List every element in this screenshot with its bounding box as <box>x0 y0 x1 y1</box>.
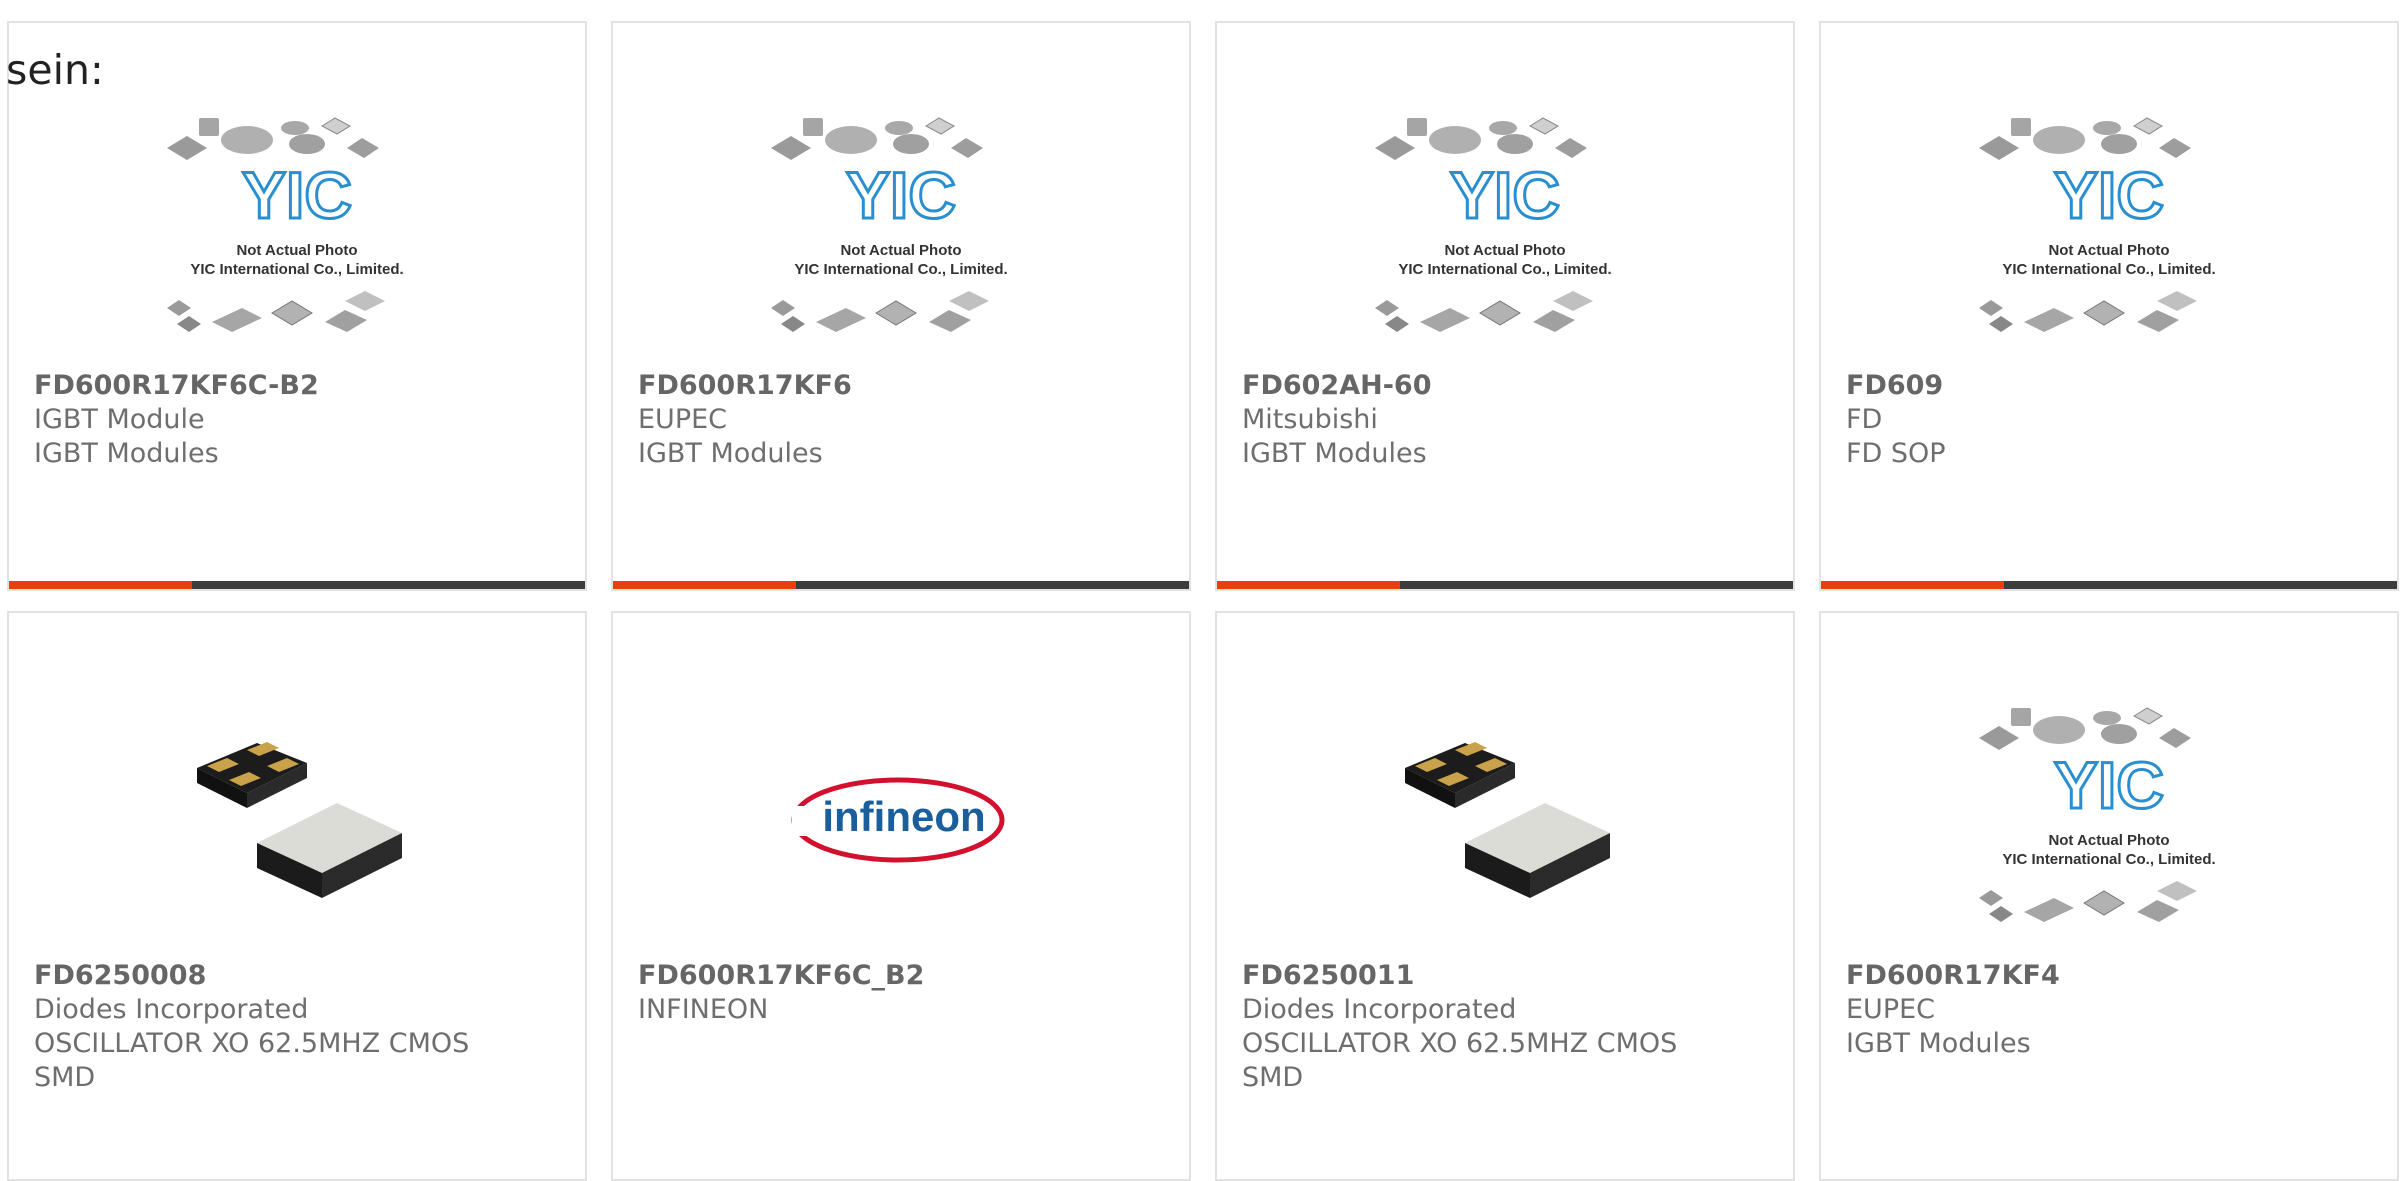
product-part-number[interactable]: FD6250008 <box>34 959 565 993</box>
product-image[interactable]: YIC Not Actual Photo YIC International C… <box>9 83 585 373</box>
product-description: OSCILLATOR XO 62.5MHZ CMOS <box>1242 1028 1678 1059</box>
product-info: FD600R17KF6C-B2 IGBT Module IGBT Modules <box>34 369 565 471</box>
card-footer-accent <box>1217 581 1400 589</box>
svg-text:YIC: YIC <box>2054 748 2164 822</box>
product-info: FD6250011 Diodes Incorporated OSCILLATOR X… <box>1242 959 1773 1095</box>
product-info: FD600R17KF6C_B2 INFINEON <box>638 959 1169 1027</box>
product-description: IGBT Modules <box>1242 438 1427 469</box>
svg-text:infineon: infineon <box>822 793 985 840</box>
product-info: FD602AH-60 Mitsubishi IGBT Modules <box>1242 369 1773 471</box>
svg-text:YIC: YIC <box>2054 158 2164 232</box>
product-card[interactable]: infineon FD600R17KF6C_B2 INFINEON <box>611 611 1191 1181</box>
product-card[interactable]: YIC Not Actual Photo YIC International C… <box>611 21 1191 591</box>
product-part-number[interactable]: FD600R17KF6C_B2 <box>638 959 1169 993</box>
product-image[interactable] <box>1217 673 1793 963</box>
card-footer-accent <box>613 581 796 589</box>
product-description: OSCILLATOR XO 62.5MHZ CMOS <box>34 1028 470 1059</box>
svg-text:YIC International Co., Limited: YIC International Co., Limited. <box>190 261 403 278</box>
card-footer-accent <box>9 581 192 589</box>
product-card[interactable]: YIC Not Actual Photo YIC International C… <box>1819 611 2399 1181</box>
svg-text:YIC: YIC <box>846 158 956 232</box>
product-description: IGBT Modules <box>1846 1028 2031 1059</box>
product-description: IGBT Modules <box>34 438 219 469</box>
card-footer-bar <box>1821 581 2397 589</box>
product-manufacturer: Mitsubishi <box>1242 404 1378 435</box>
svg-text:Not Actual Photo: Not Actual Photo <box>236 242 357 259</box>
product-manufacturer: FD <box>1846 404 1883 435</box>
product-description-cont: SMD <box>34 1062 96 1093</box>
product-card[interactable]: FD6250011 Diodes Incorporated OSCILLATOR X… <box>1215 611 1795 1181</box>
card-footer-accent <box>1821 581 2004 589</box>
oscillator-image <box>197 742 402 898</box>
product-image[interactable]: YIC Not Actual Photo YIC International C… <box>1217 83 1793 373</box>
product-info: FD6250008 Diodes Incorporated OSCILLATOR X… <box>34 959 565 1095</box>
svg-text:YIC International Co., Limited: YIC International Co., Limited. <box>1398 261 1611 278</box>
product-manufacturer: INFINEON <box>638 994 769 1025</box>
yic-placeholder-image: YIC Not Actual Photo YIC International C… <box>167 117 404 332</box>
product-part-number[interactable]: FD600R17KF6 <box>638 369 1169 403</box>
product-image[interactable] <box>9 673 585 963</box>
yic-placeholder-image: YIC Not Actual Photo YIC International C… <box>1979 707 2216 922</box>
product-manufacturer: EUPEC <box>1846 994 1936 1025</box>
product-part-number[interactable]: FD609 <box>1846 369 2377 403</box>
lead-text: sein: <box>6 46 104 94</box>
card-footer-bar <box>613 581 1189 589</box>
product-info: FD609 FD FD SOP <box>1846 369 2377 471</box>
product-description: IGBT Modules <box>638 438 823 469</box>
product-image[interactable]: YIC Not Actual Photo YIC International C… <box>613 83 1189 373</box>
svg-text:Not Actual Photo: Not Actual Photo <box>2048 242 2169 259</box>
product-info: FD600R17KF4 EUPEC IGBT Modules <box>1846 959 2377 1061</box>
yic-placeholder-image: YIC Not Actual Photo YIC International C… <box>771 117 1008 332</box>
product-image[interactable]: YIC Not Actual Photo YIC International C… <box>1821 83 2397 373</box>
svg-text:Not Actual Photo: Not Actual Photo <box>1444 242 1565 259</box>
product-card[interactable]: YIC Not Actual Photo YIC International C… <box>1819 21 2399 591</box>
product-card[interactable]: FD6250008 Diodes Incorporated OSCILLATOR X… <box>7 611 587 1181</box>
product-part-number[interactable]: FD602AH-60 <box>1242 369 1773 403</box>
card-footer-bar <box>1217 581 1793 589</box>
svg-text:YIC: YIC <box>1450 158 1560 232</box>
product-card[interactable]: YIC Not Actual Photo YIC International C… <box>1215 21 1795 591</box>
svg-text:Not Actual Photo: Not Actual Photo <box>2048 832 2169 849</box>
product-image[interactable]: YIC Not Actual Photo YIC International C… <box>1821 673 2397 963</box>
svg-text:Not Actual Photo: Not Actual Photo <box>840 242 961 259</box>
oscillator-image <box>1405 742 1610 898</box>
product-manufacturer: IGBT Module <box>34 404 205 435</box>
infineon-logo-icon: infineon <box>791 777 1005 863</box>
svg-text:YIC International Co., Limited: YIC International Co., Limited. <box>2002 261 2215 278</box>
product-part-number[interactable]: FD600R17KF6C-B2 <box>34 369 565 403</box>
product-part-number[interactable]: FD6250011 <box>1242 959 1773 993</box>
product-manufacturer: Diodes Incorporated <box>34 994 309 1025</box>
product-part-number[interactable]: FD600R17KF4 <box>1846 959 2377 993</box>
svg-text:YIC International Co., Limited: YIC International Co., Limited. <box>794 261 1007 278</box>
product-manufacturer: EUPEC <box>638 404 728 435</box>
product-description-cont: SMD <box>1242 1062 1304 1093</box>
product-description: FD SOP <box>1846 438 1946 469</box>
product-image[interactable]: infineon <box>613 673 1189 963</box>
yic-placeholder-image: YIC Not Actual Photo YIC International C… <box>1979 117 2216 332</box>
yic-placeholder-image: YIC Not Actual Photo YIC International C… <box>1375 117 1612 332</box>
card-footer-bar <box>9 581 585 589</box>
svg-text:YIC International Co., Limited: YIC International Co., Limited. <box>2002 851 2215 868</box>
product-card[interactable]: YIC Not Actual Photo YIC International C… <box>7 21 587 591</box>
svg-text:YIC: YIC <box>242 158 352 232</box>
product-manufacturer: Diodes Incorporated <box>1242 994 1517 1025</box>
product-info: FD600R17KF6 EUPEC IGBT Modules <box>638 369 1169 471</box>
